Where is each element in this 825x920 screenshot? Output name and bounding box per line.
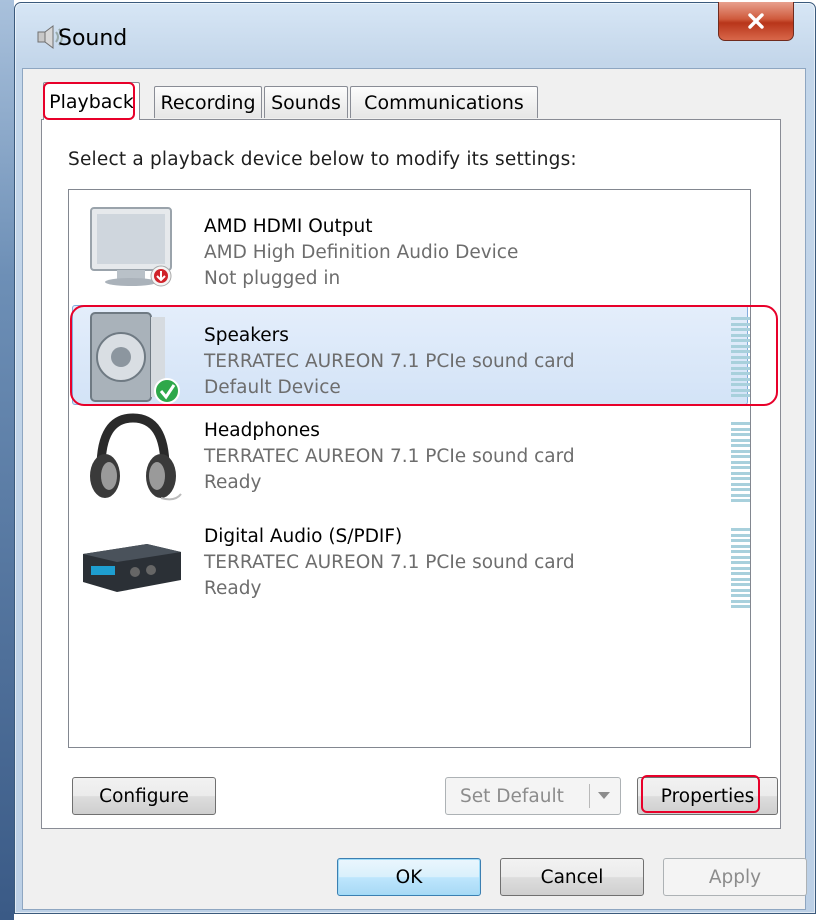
tab-recording-label: Recording [160,91,256,114]
list-item-digital-audio[interactable]: Digital Audio (S/PDIF) TERRATEC AUREON 7… [69,516,750,620]
monitor-icon [90,207,172,287]
device-driver: TERRATEC AUREON 7.1 PCIe sound card [204,446,575,467]
device-name: Headphones [204,420,320,441]
device-name: Speakers [204,325,289,346]
background-window-edge [0,0,14,920]
close-button[interactable] [718,2,794,41]
volume-meter [731,528,750,608]
tab-recording[interactable]: Recording [154,86,262,118]
volume-meter [731,317,750,397]
configure-button[interactable]: Configure [72,777,216,815]
list-item-headphones[interactable]: Headphones TERRATEC AUREON 7.1 PCIe soun… [69,410,750,514]
ok-label: OK [395,866,423,888]
list-item-speakers[interactable]: Speakers TERRATEC AUREON 7.1 PCIe sound … [69,305,750,409]
properties-label: Properties [660,785,755,807]
receiver-icon [83,544,181,592]
volume-meter [731,422,750,502]
unplugged-badge-icon [150,265,172,287]
device-status: Ready [204,578,262,599]
tab-sounds-label: Sounds [271,91,341,114]
title-bar[interactable]: Sound [14,2,814,72]
tab-playback-label: Playback [49,90,134,113]
device-status: Ready [204,472,262,493]
device-status: Not plugged in [204,268,341,289]
tab-sounds[interactable]: Sounds [264,86,348,118]
window-title: Sound [58,26,128,51]
device-driver: AMD High Definition Audio Device [204,242,519,263]
device-name: AMD HDMI Output [204,216,373,237]
close-icon [748,13,764,29]
set-default-split-button[interactable]: Set Default [445,777,621,815]
default-check-icon [154,378,180,404]
cancel-button[interactable]: Cancel [500,858,644,896]
configure-label: Configure [99,785,189,807]
apply-button[interactable]: Apply [663,858,807,896]
properties-button[interactable]: Properties [637,777,778,815]
tab-communications[interactable]: Communications [350,86,538,118]
set-default-label: Set Default [460,785,564,807]
speaker-icon [90,312,180,404]
device-list[interactable]: AMD HDMI Output AMD High Definition Audi… [68,189,751,748]
tab-communications-label: Communications [364,91,524,114]
headphones-icon [90,413,182,501]
cancel-label: Cancel [540,866,604,888]
instruction-text: Select a playback device below to modify… [68,149,577,170]
tab-strip: Playback Recording Sounds Communications [40,82,740,120]
apply-label: Apply [708,866,762,888]
sound-dialog: Sound Playback Recording Sounds Communic… [0,0,825,920]
list-item-amd-hdmi-output[interactable]: AMD HDMI Output AMD High Definition Audi… [69,190,750,294]
device-status: Default Device [204,377,341,398]
ok-button[interactable]: OK [337,858,481,896]
split-divider [589,784,590,808]
device-driver: TERRATEC AUREON 7.1 PCIe sound card [204,351,575,372]
tab-playback[interactable]: Playback [43,82,140,120]
device-name: Digital Audio (S/PDIF) [204,526,403,547]
device-driver: TERRATEC AUREON 7.1 PCIe sound card [204,552,575,573]
chevron-down-icon[interactable] [598,792,610,799]
